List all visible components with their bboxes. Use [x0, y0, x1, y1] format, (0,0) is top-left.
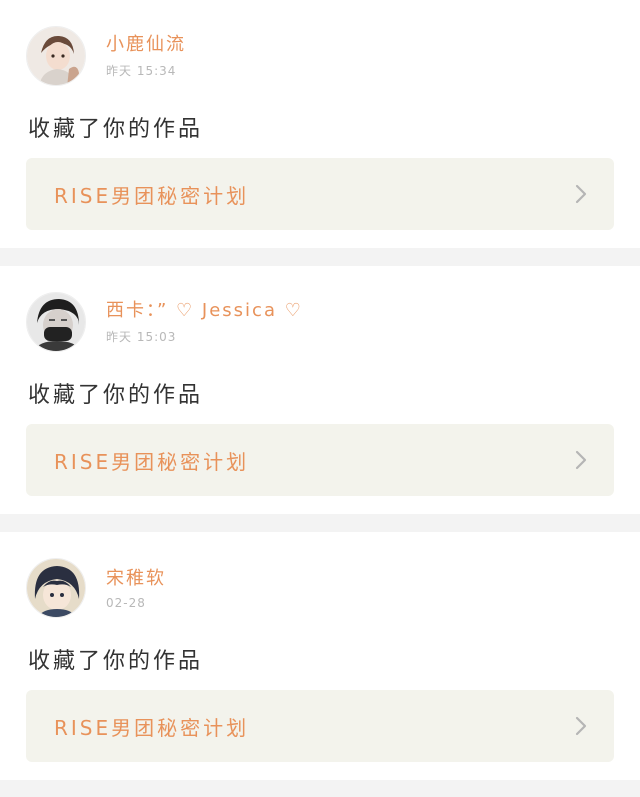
chevron-right-icon: [575, 450, 587, 470]
username[interactable]: 小鹿仙流: [106, 33, 186, 57]
work-title: RISE男团秘密计划: [54, 449, 250, 474]
work-title: RISE男团秘密计划: [54, 183, 250, 208]
chevron-right-icon: [575, 184, 587, 204]
work-title: RISE男团秘密计划: [54, 715, 250, 740]
chevron-right-icon: [575, 716, 587, 736]
user-avatar-icon: [27, 27, 85, 85]
work-link[interactable]: RISE男团秘密计划: [26, 158, 614, 230]
user-meta: 西卡：” ♡ Jessica ♡ 昨天 15:03: [106, 299, 303, 345]
username[interactable]: 西卡：” ♡ Jessica ♡: [106, 299, 303, 323]
avatar[interactable]: [26, 26, 86, 86]
notification-header: 西卡：” ♡ Jessica ♡ 昨天 15:03: [26, 292, 303, 352]
work-link[interactable]: RISE男团秘密计划: [26, 690, 614, 762]
timestamp: 昨天 15:03: [106, 330, 177, 344]
action-text: 收藏了你的作品: [28, 117, 204, 142]
username[interactable]: 宋稚软: [106, 567, 166, 591]
timestamp: 02-28: [106, 595, 146, 610]
user-meta: 小鹿仙流 昨天 15:34: [106, 33, 186, 79]
notification-header: 宋稚软 02-28: [26, 558, 166, 618]
user-meta: 宋稚软 02-28: [106, 567, 166, 610]
action-text: 收藏了你的作品: [28, 649, 204, 674]
timestamp: 昨天 15:34: [106, 64, 177, 78]
avatar[interactable]: [26, 558, 86, 618]
user-avatar-icon: [27, 559, 85, 617]
notification-card: 西卡：” ♡ Jessica ♡ 昨天 15:03 收藏了你的作品 RISE男团…: [0, 266, 640, 514]
notification-card: 宋稚软 02-28 收藏了你的作品 RISE男团秘密计划: [0, 532, 640, 780]
notification-card: 小鹿仙流 昨天 15:34 收藏了你的作品 RISE男团秘密计划: [0, 0, 640, 248]
action-text: 收藏了你的作品: [28, 383, 204, 408]
notification-header: 小鹿仙流 昨天 15:34: [26, 26, 186, 86]
avatar[interactable]: [26, 292, 86, 352]
user-avatar-icon: [27, 293, 85, 351]
work-link[interactable]: RISE男团秘密计划: [26, 424, 614, 496]
notification-feed: 小鹿仙流 昨天 15:34 收藏了你的作品 RISE男团秘密计划 西卡：” ♡ …: [0, 0, 640, 780]
